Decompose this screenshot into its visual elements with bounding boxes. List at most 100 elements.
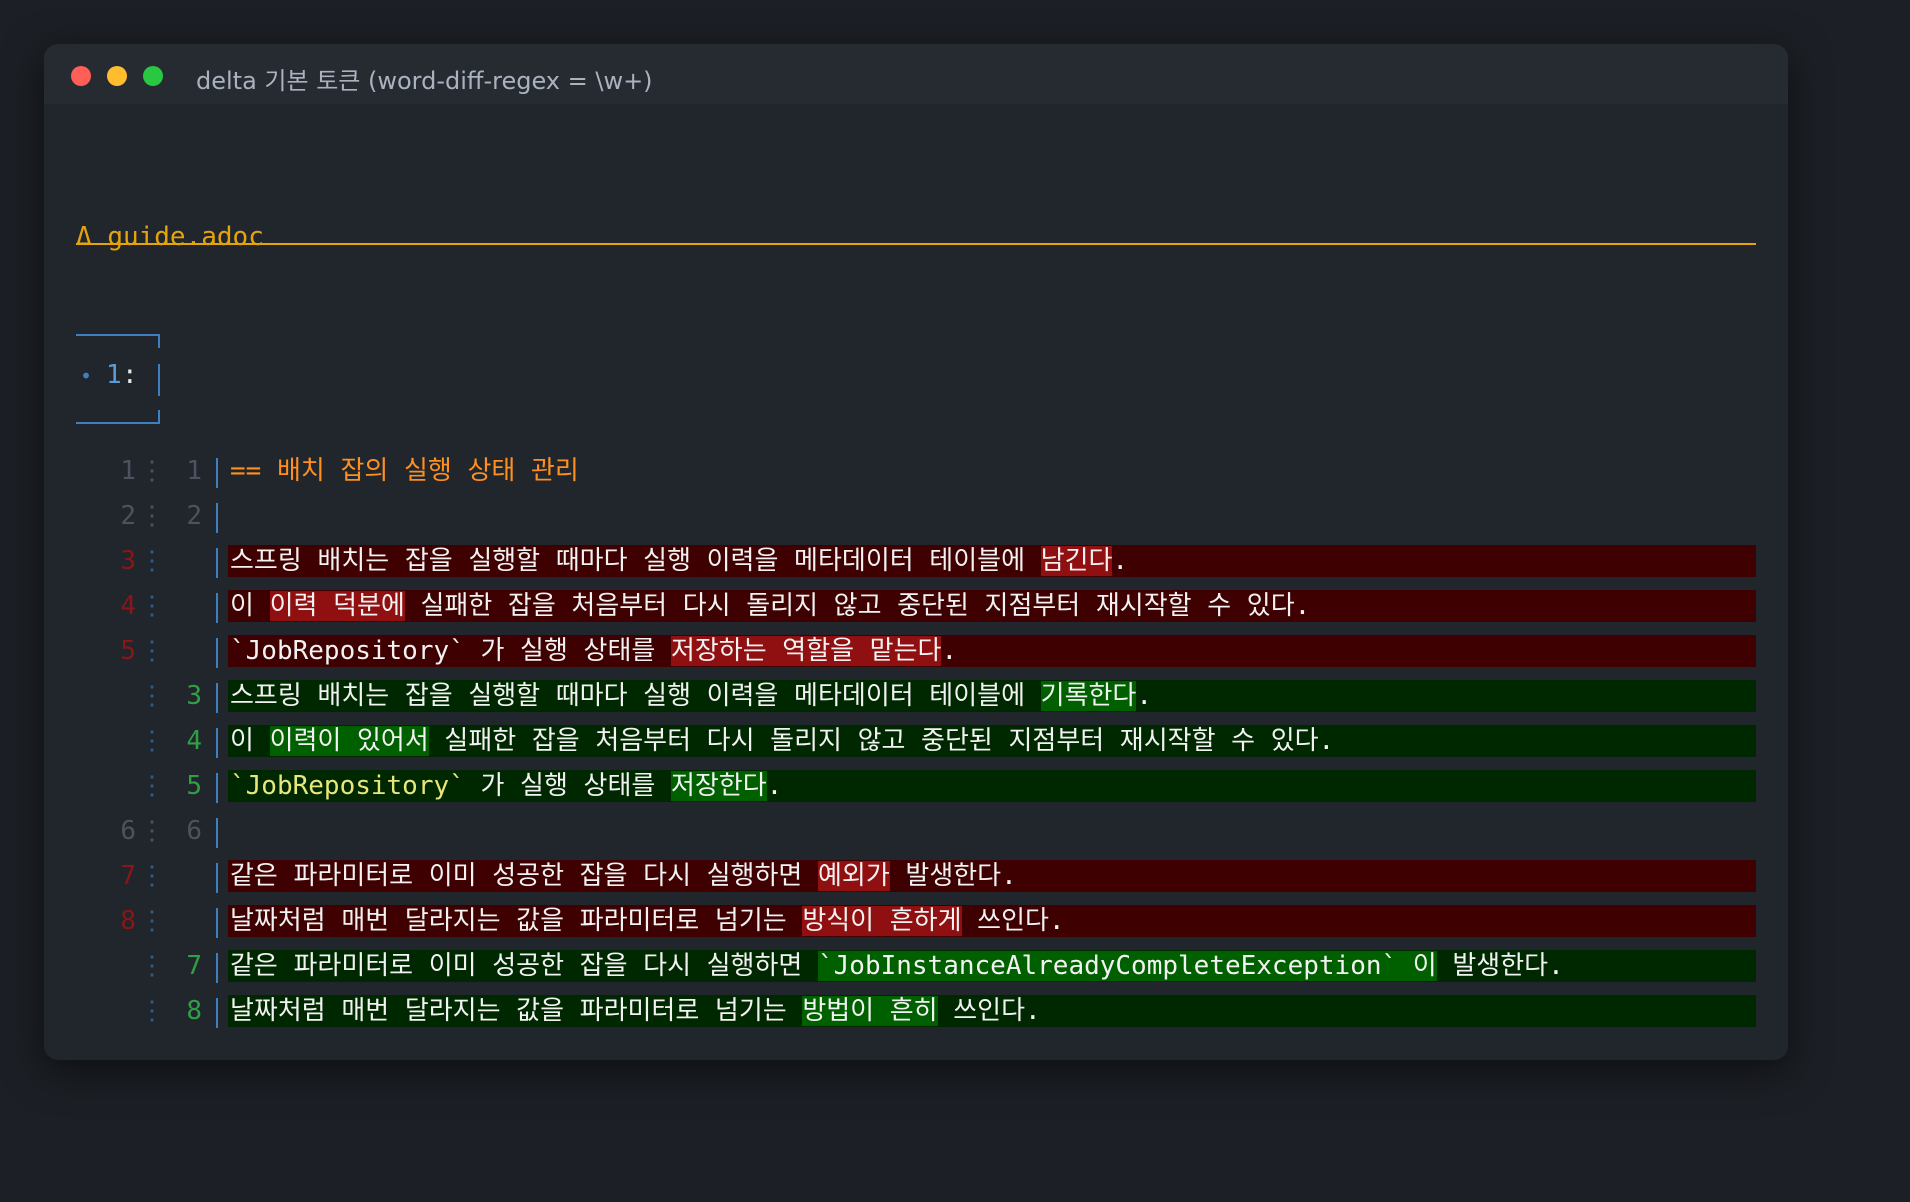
- line-number-separator: ⋮: [139, 906, 165, 936]
- file-header: Δ guide.adoc: [76, 222, 264, 252]
- diff-line-context: 2 ⋮ 2: [44, 495, 1788, 540]
- changed-token: 저장하는 역할을 맡는다: [670, 636, 942, 666]
- new-line-number: 5: [186, 771, 202, 801]
- new-line-number: 7: [186, 951, 202, 981]
- old-line-number: 1: [120, 456, 136, 486]
- diff-line-minus: 5 ⋮ `JobRepository` 가 실행 상태를 저장하는 역할을 맡는다.: [44, 630, 1788, 675]
- line-number-separator: ⋮: [139, 996, 165, 1026]
- diff-line-minus: 4 ⋮ 이 이력 덕분에 실패한 잡을 처음부터 다시 돌리지 않고 중단된 지점부…: [44, 585, 1788, 630]
- changed-token: 방식이 흔하게: [802, 906, 962, 936]
- changed-token: 예외가: [817, 861, 890, 891]
- delta-icon: Δ: [76, 222, 92, 252]
- text-segment: 발생한다.: [1436, 951, 1564, 981]
- text-segment: 쓰인다.: [961, 906, 1065, 936]
- code-text: `JobRepository` 가 실행 상태를 저장한다.: [230, 768, 782, 804]
- code-text: 날짜처럼 매번 달라지는 값을 파라미터로 넘기는 방법이 흔히 쓰인다.: [230, 993, 1041, 1029]
- diff-line-plus: ⋮ 4 이 이력이 있어서 실패한 잡을 처음부터 다시 돌리지 않고 중단된 지점…: [44, 720, 1788, 765]
- text-segment: 실패한 잡을 처음부터 다시 돌리지 않고 중단된 지점부터 재시작할 수 있다…: [404, 591, 1311, 621]
- code-text: == 배치 잡의 실행 상태 관리: [230, 453, 579, 489]
- gutter-bar: [216, 773, 218, 803]
- line-number-separator: ⋮: [139, 681, 165, 711]
- code-text: 날짜처럼 매번 달라지는 값을 파라미터로 넘기는 방식이 흔하게 쓰인다.: [230, 903, 1065, 939]
- line-number-separator: ⋮: [139, 861, 165, 891]
- hunk-colon: :: [122, 360, 138, 390]
- code-text: 같은 파라미터로 이미 성공한 잡을 다시 실행하면 `JobInstanceA…: [230, 948, 1564, 984]
- gutter-bar: [216, 548, 218, 578]
- text-segment: `JobRepository`: [230, 771, 465, 801]
- gutter-bar: [216, 998, 218, 1028]
- gutter-bar: [216, 458, 218, 488]
- text-segment: 이: [230, 726, 270, 756]
- gutter-bar: [216, 683, 218, 713]
- changed-token: 이력 덕분에: [269, 591, 405, 621]
- line-number-separator: ⋮: [139, 501, 165, 531]
- gutter-bar: [216, 818, 218, 848]
- gutter-bar: [216, 593, 218, 623]
- text-segment: 같은 파라미터로 이미 성공한 잡을 다시 실행하면: [230, 861, 818, 891]
- text-segment: 날짜처럼 매번 달라지는 값을 파라미터로 넘기는: [230, 996, 803, 1026]
- title-bar: delta 기본 토큰 (word-diff-regex = \w+): [44, 44, 1788, 104]
- file-name: guide.adoc: [107, 222, 264, 252]
- minimize-window-button[interactable]: [107, 66, 127, 86]
- hunk-box-corner-bottom: [158, 410, 160, 422]
- new-line-number: 1: [186, 456, 202, 486]
- old-line-number: 6: [120, 816, 136, 846]
- changed-token: `JobInstanceAlreadyCompleteException` 이: [817, 951, 1437, 981]
- text-segment: 스프링 배치는 잡을 실행할 때마다 실행 이력을 메타데이터 테이블에: [230, 681, 1041, 711]
- old-line-number: 4: [120, 591, 136, 621]
- text-segment: 스프링 배치는 잡을 실행할 때마다 실행 이력을 메타데이터 테이블에: [230, 546, 1041, 576]
- diff-line-context: 6 ⋮ 6: [44, 810, 1788, 855]
- text-segment: 같은 파라미터로 이미 성공한 잡을 다시 실행하면: [230, 951, 818, 981]
- code-text: 스프링 배치는 잡을 실행할 때마다 실행 이력을 메타데이터 테이블에 남긴다…: [230, 543, 1128, 579]
- text-segment: .: [941, 636, 958, 666]
- code-text: 이 이력이 있어서 실패한 잡을 처음부터 다시 돌리지 않고 중단된 지점부터…: [230, 723, 1334, 759]
- diff-line-plus: ⋮ 5 `JobRepository` 가 실행 상태를 저장한다.: [44, 765, 1788, 810]
- new-line-number: 8: [186, 996, 202, 1026]
- hunk-box-bar: [158, 364, 160, 396]
- terminal-window: delta 기본 토큰 (word-diff-regex = \w+) Δ gu…: [44, 44, 1788, 1060]
- hunk-bullet-icon: •: [80, 364, 93, 388]
- text-segment: 가 실행 상태를: [464, 771, 671, 801]
- old-line-number: 3: [120, 546, 136, 576]
- code-text: 같은 파라미터로 이미 성공한 잡을 다시 실행하면 예외가 발생한다.: [230, 858, 1017, 894]
- text-segment: 이: [230, 591, 270, 621]
- changed-token: 남긴다: [1040, 546, 1113, 576]
- text-segment: .: [766, 771, 783, 801]
- line-number-separator: ⋮: [139, 456, 165, 486]
- line-number-separator: ⋮: [139, 951, 165, 981]
- hunk-header: • 1 :: [76, 334, 160, 424]
- close-window-button[interactable]: [71, 66, 91, 86]
- gutter-bar: [216, 908, 218, 938]
- old-line-number: 5: [120, 636, 136, 666]
- line-number-separator: ⋮: [139, 546, 165, 576]
- gutter-bar: [216, 503, 218, 533]
- hunk-box-corner-top: [158, 336, 160, 348]
- line-number-separator: ⋮: [139, 816, 165, 846]
- new-line-number: 4: [186, 726, 202, 756]
- text-segment: 날짜처럼 매번 달라지는 값을 파라미터로 넘기는: [230, 906, 803, 936]
- old-line-number: 2: [120, 501, 136, 531]
- maximize-window-button[interactable]: [143, 66, 163, 86]
- code-text: `JobRepository` 가 실행 상태를 저장하는 역할을 맡는다.: [230, 633, 957, 669]
- diff-line-plus: ⋮ 3 스프링 배치는 잡을 실행할 때마다 실행 이력을 메타데이터 테이블에 기…: [44, 675, 1788, 720]
- new-line-number: 3: [186, 681, 202, 711]
- changed-token: 이력이 있어서: [269, 726, 429, 756]
- text-segment: `JobRepository` 가 실행 상태를: [230, 636, 671, 666]
- diff-line-minus: 8 ⋮ 날짜처럼 매번 달라지는 값을 파라미터로 넘기는 방식이 흔하게 쓰인다.: [44, 900, 1788, 945]
- window-title: delta 기본 토큰 (word-diff-regex = \w+): [196, 67, 653, 95]
- new-line-number: 2: [186, 501, 202, 531]
- gutter-bar: [216, 863, 218, 893]
- gutter-bar: [216, 728, 218, 758]
- diff-line-minus: 7 ⋮ 같은 파라미터로 이미 성공한 잡을 다시 실행하면 예외가 발생한다.: [44, 855, 1788, 900]
- new-line-number: 6: [186, 816, 202, 846]
- diff-line-plus: ⋮ 8 날짜처럼 매번 달라지는 값을 파라미터로 넘기는 방법이 흔히 쓰인다.: [44, 990, 1788, 1035]
- line-number-separator: ⋮: [139, 636, 165, 666]
- old-line-number: 8: [120, 906, 136, 936]
- text-segment: 발생한다.: [889, 861, 1017, 891]
- text-segment: .: [1136, 681, 1152, 711]
- changed-token: 방법이 흔히: [802, 996, 938, 1026]
- gutter-bar: [216, 953, 218, 983]
- line-number-separator: ⋮: [139, 591, 165, 621]
- text-segment: == 배치 잡의 실행 상태 관리: [230, 456, 579, 486]
- changed-token: 기록한다: [1040, 681, 1137, 711]
